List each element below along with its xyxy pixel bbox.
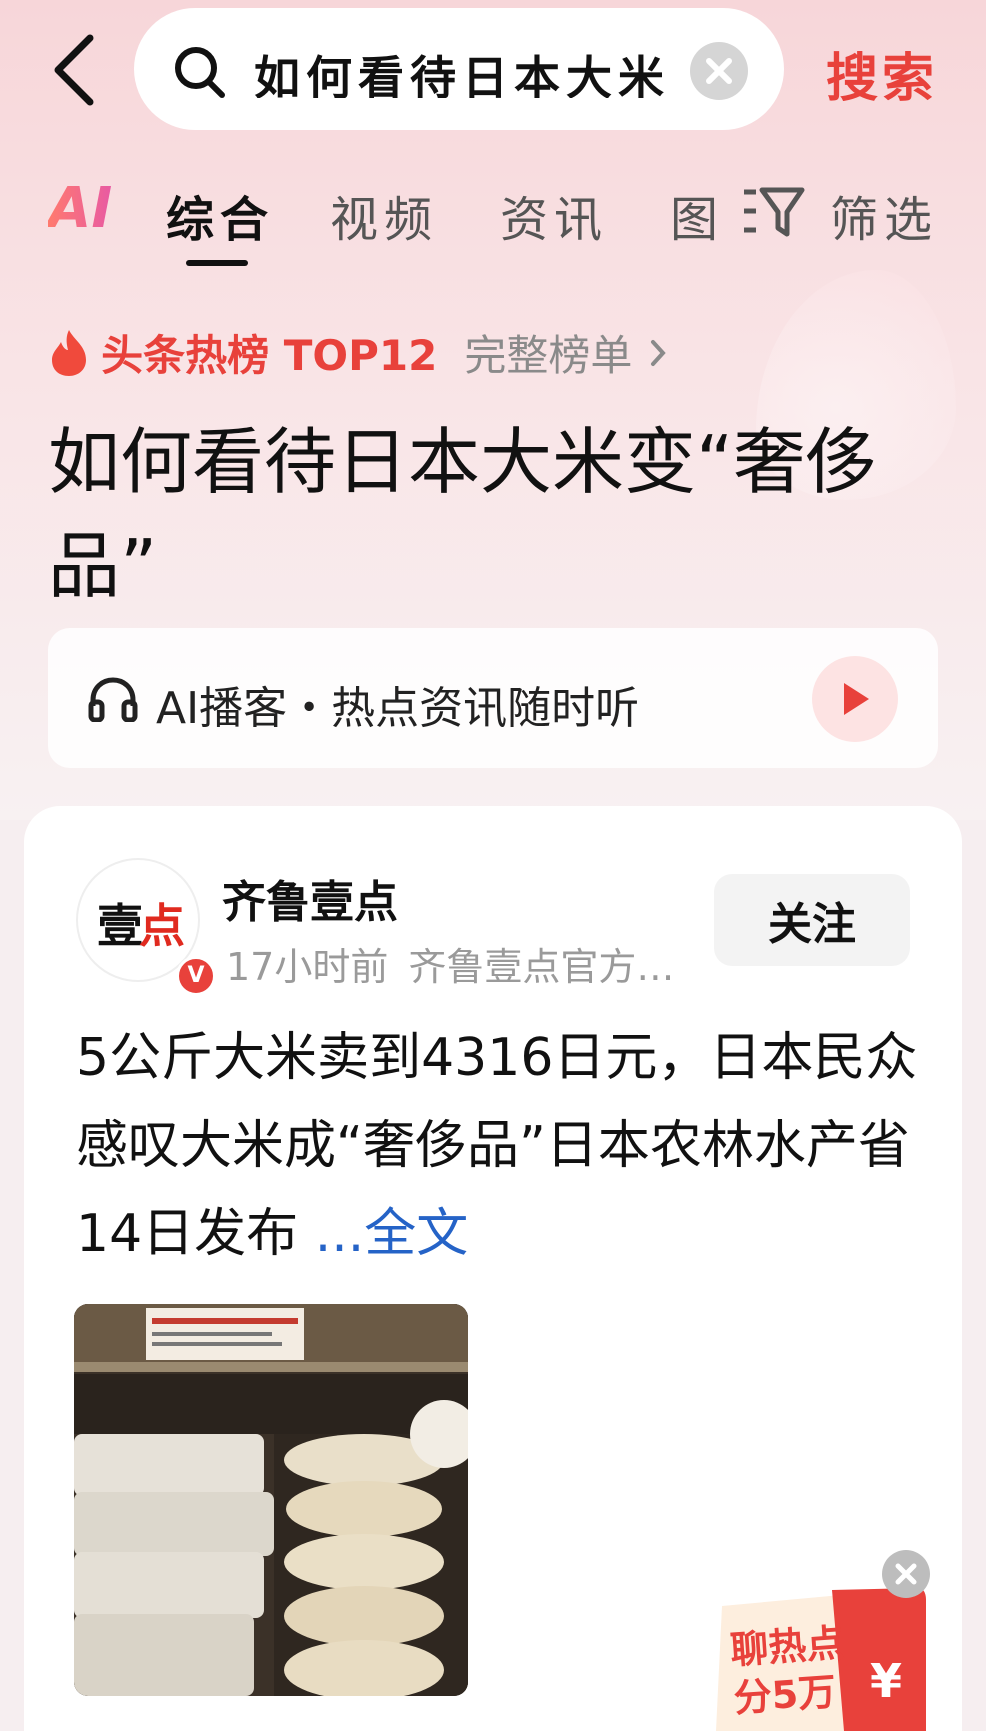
author-avatar[interactable]: 壹点 V — [76, 858, 216, 996]
ai-podcast-bar[interactable]: AI播客・热点资讯随时听 — [48, 628, 938, 768]
filter-icon[interactable] — [742, 182, 808, 240]
search-bar[interactable]: 如何看待日本大米 — [134, 8, 784, 130]
post-source: 齐鲁壹点官方… — [408, 945, 675, 989]
play-icon — [844, 683, 869, 715]
topic-headline: 如何看待日本大米变“奢侈品” — [48, 420, 878, 608]
tab-comprehensive[interactable]: 综合 — [166, 180, 274, 250]
yen-icon: ¥ — [870, 1654, 903, 1708]
article-summary[interactable]: 5公斤大米卖到4316日元，日本民众感叹大米成“奢侈品”日本农林水产省14日发布… — [76, 1014, 936, 1278]
active-tab-indicator — [186, 260, 248, 266]
avatar-logo: 壹点 — [97, 899, 185, 953]
verified-badge: V — [176, 956, 216, 996]
promo-widget[interactable]: 聊热点 分5万 ¥ — [712, 1588, 930, 1731]
search-icon — [175, 47, 225, 98]
search-button[interactable]: 搜索 — [826, 36, 938, 111]
chevron-left-icon — [54, 34, 94, 106]
tab-images[interactable]: 图 — [670, 180, 724, 250]
close-icon — [706, 58, 732, 84]
rice-bags-photo — [74, 1304, 468, 1696]
headphones-icon — [88, 677, 138, 722]
read-more-link[interactable]: ...全文 — [298, 1204, 469, 1264]
back-button[interactable] — [50, 30, 110, 110]
article-body: 5公斤大米卖到4316日元，日本民众感叹大米成“奢侈品”日本农林水产省14日发布 — [76, 1028, 918, 1264]
clear-search-button[interactable] — [690, 42, 748, 100]
close-icon — [895, 1563, 917, 1585]
author-name[interactable]: 齐鲁壹点 — [222, 866, 398, 930]
post-time: 17小时前 — [226, 945, 389, 989]
article-image[interactable] — [74, 1304, 468, 1696]
tab-ai[interactable]: AI — [48, 176, 112, 241]
tab-bar: AI 综合 视频 资讯 图 筛选 — [0, 170, 986, 270]
full-list-link[interactable]: 完整榜单 — [464, 322, 632, 383]
promo-text: 聊热点 分5万 — [728, 1620, 846, 1721]
author-meta: 17小时前 齐鲁壹点官方… — [226, 936, 716, 991]
chevron-right-icon — [650, 339, 666, 366]
tab-news[interactable]: 资讯 — [500, 180, 608, 250]
hotlist-row[interactable]: 头条热榜 TOP12 完整榜单 — [48, 322, 668, 382]
tab-video[interactable]: 视频 — [330, 180, 438, 250]
play-button[interactable] — [812, 656, 898, 742]
podcast-label: AI播客・热点资讯随时听 — [156, 683, 640, 734]
follow-button[interactable]: 关注 — [714, 874, 910, 966]
hotlist-label: 头条热榜 TOP12 — [101, 331, 438, 380]
filter-button[interactable]: 筛选 — [830, 180, 938, 250]
flame-icon — [52, 329, 86, 376]
promo-close-button[interactable] — [882, 1550, 930, 1598]
